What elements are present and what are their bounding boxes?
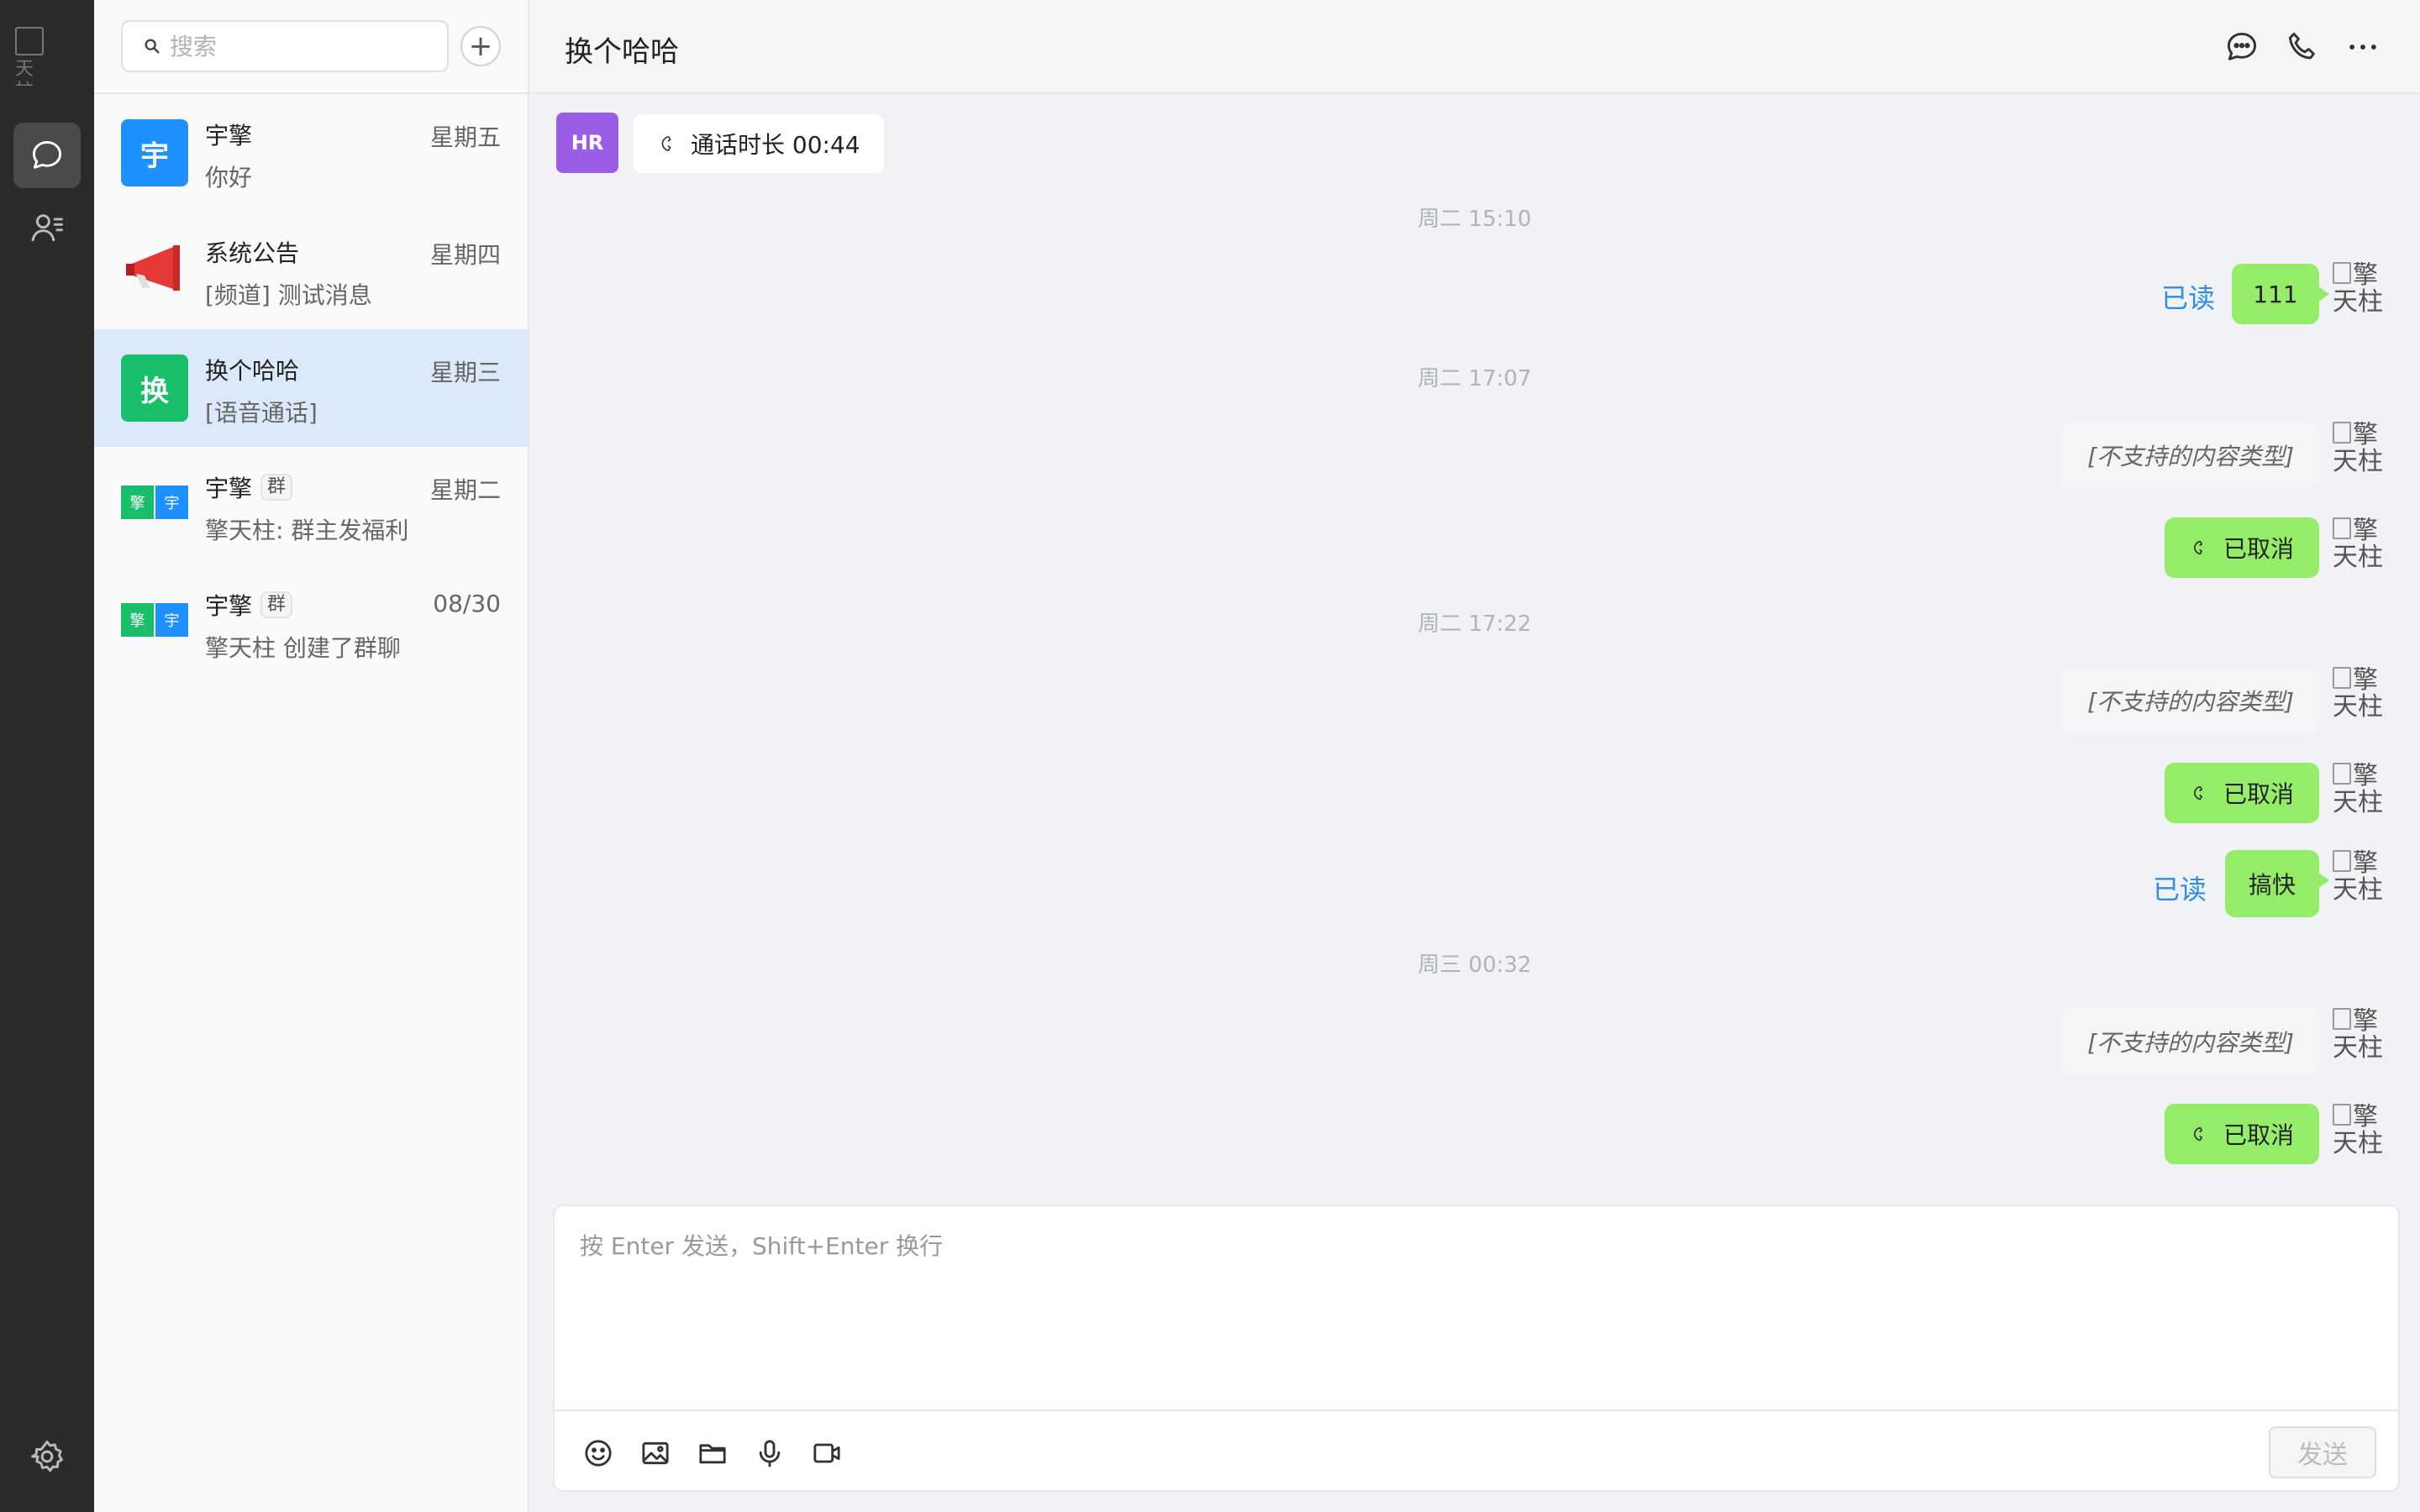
conversation-time: 星期三 [429,359,501,386]
sidebar-header: + [94,0,528,94]
call-duration-text: 通话时长 00:44 [691,131,860,159]
image-icon[interactable] [639,1436,672,1470]
phone-icon [2193,540,2202,555]
conversation-preview: [语音通话] [205,399,318,427]
conversation-name: 宇擎 [205,475,253,502]
my-avatar[interactable]: 擎天柱 [2333,517,2383,576]
conversation-item[interactable]: 系统公告 星期四 [频道] 测试消息 [94,212,528,329]
message-bubble[interactable]: 搞快 [2225,850,2329,917]
phone-icon [2193,785,2202,801]
conversation-time: 08/30 [433,590,501,617]
avatar-initial: 换 [140,374,169,408]
group-avatar: 擎 宇 [121,603,188,637]
nav-rail: 天柱 [0,0,94,1512]
phone-icon [2193,1126,2202,1142]
call-cancelled-bubble[interactable]: 已取消 [2164,517,2319,578]
group-avatar-member: 宇 [155,603,188,637]
more-icon[interactable] [2344,29,2381,66]
conversation-avatar [121,237,188,304]
my-avatar[interactable]: 擎天柱 [2333,763,2383,822]
chat-header: 换个哈哈 [529,0,2420,94]
conversation-item[interactable]: 宇 宇擎 星期五 你好 [94,94,528,212]
microphone-icon[interactable] [753,1436,786,1470]
my-avatar[interactable]: 擎天柱 [2333,1008,2383,1067]
conversation-time: 星期四 [429,241,501,269]
group-avatar-member: 擎 [121,603,154,637]
my-avatar[interactable]: 擎天柱 [2333,422,2383,480]
conversation-avatar: 宇 [121,119,188,186]
group-tag: 群 [260,591,293,618]
call-cancelled-text: 已取消 [2223,1121,2294,1149]
conversation-avatar: 换 [121,354,188,422]
avatar-initial: 宇 [140,139,169,173]
message-bubble-unsupported[interactable]: [不支持的内容类型] [2062,422,2319,489]
user-avatar[interactable]: 天柱 [15,27,49,86]
timestamp: 周二 17:22 [1418,612,1532,637]
send-button[interactable]: 发送 [2269,1426,2376,1478]
conversation-preview: 擎天柱 创建了群聊 [205,634,401,662]
group-tag: 群 [260,474,293,501]
read-status: 已读 [2160,282,2215,314]
chat-panel: 换个哈哈 HR 通话时长 00:44 周二 15:10 已读 111 擎天柱 周… [529,0,2420,1512]
composer-divider [555,1410,2398,1411]
my-avatar[interactable]: 擎天柱 [2333,262,2383,321]
chat-bubble-icon [32,140,62,169]
chat-title: 换个哈哈 [565,35,679,69]
my-avatar[interactable]: 擎天柱 [2333,850,2383,909]
settings-gear-icon[interactable] [29,1438,66,1475]
emoji-icon[interactable] [581,1436,615,1470]
search-icon [145,39,160,54]
phone-icon[interactable] [2284,29,2321,66]
folder-icon[interactable] [696,1436,729,1470]
add-conversation-button[interactable]: + [460,26,501,66]
conversation-name: 宇擎 [205,122,253,150]
call-duration-bubble[interactable]: 通话时长 00:44 [634,114,884,173]
conversation-time: 星期二 [429,476,501,504]
search-input[interactable] [170,32,422,60]
nav-contacts-button[interactable] [13,195,81,260]
message-bubble-unsupported[interactable]: [不支持的内容类型] [2062,1008,2319,1075]
conversation-time: 星期五 [429,123,501,151]
message-bubble-unsupported[interactable]: [不支持的内容类型] [2062,667,2319,734]
conversation-preview: 你好 [205,164,253,192]
megaphone-icon [126,245,180,291]
phone-icon [661,135,671,152]
call-cancelled-text: 已取消 [2223,780,2294,808]
group-avatar: 擎 宇 [121,486,188,519]
nav-chats-button[interactable] [13,123,81,188]
chat-bubble-icon[interactable] [2223,29,2260,66]
message-list[interactable]: HR 通话时长 00:44 周二 15:10 已读 111 擎天柱 周二 17:… [529,94,2420,1203]
message-bubble[interactable]: 111 [2232,264,2329,324]
conversation-name: 换个哈哈 [205,357,300,385]
my-avatar[interactable]: 擎天柱 [2333,667,2383,726]
call-cancelled-text: 已取消 [2223,535,2294,563]
conversation-item[interactable]: 擎 宇 宇擎群 星期二 擎天柱: 群主发福利 [94,447,528,564]
contact-avatar[interactable]: HR [556,113,618,173]
message-composer: 发送 [553,1205,2400,1492]
contacts-icon [31,214,63,242]
message-input[interactable] [580,1228,2370,1388]
conversation-item[interactable]: 擎 宇 宇擎群 08/30 擎天柱 创建了群聊 [94,564,528,682]
conversation-item-active[interactable]: 换 换个哈哈 星期三 [语音通话] [94,329,528,447]
group-avatar-member: 擎 [121,486,154,519]
plus-icon: + [468,29,493,63]
user-avatar-alt-text: 天柱 [15,59,34,86]
search-box[interactable] [121,20,449,72]
timestamp: 周二 15:10 [1418,207,1532,232]
conversation-preview: 擎天柱: 群主发福利 [205,517,409,544]
call-cancelled-bubble[interactable]: 已取消 [2164,1104,2319,1164]
conversation-name: 宇擎 [205,592,253,620]
group-avatar-member: 宇 [155,486,188,519]
conversation-preview: [频道] 测试消息 [205,281,372,309]
conversation-name: 系统公告 [205,239,300,267]
conversation-sidebar: + 宇 宇擎 星期五 你好 系统公告 星期四 [频道] 测试消息 [94,0,529,1512]
timestamp: 周二 17:07 [1418,366,1532,391]
my-avatar[interactable]: 擎天柱 [2333,1104,2383,1163]
call-cancelled-bubble[interactable]: 已取消 [2164,763,2319,823]
video-icon[interactable] [810,1436,844,1470]
timestamp: 周三 00:32 [1418,953,1532,978]
read-status: 已读 [2152,874,2207,906]
